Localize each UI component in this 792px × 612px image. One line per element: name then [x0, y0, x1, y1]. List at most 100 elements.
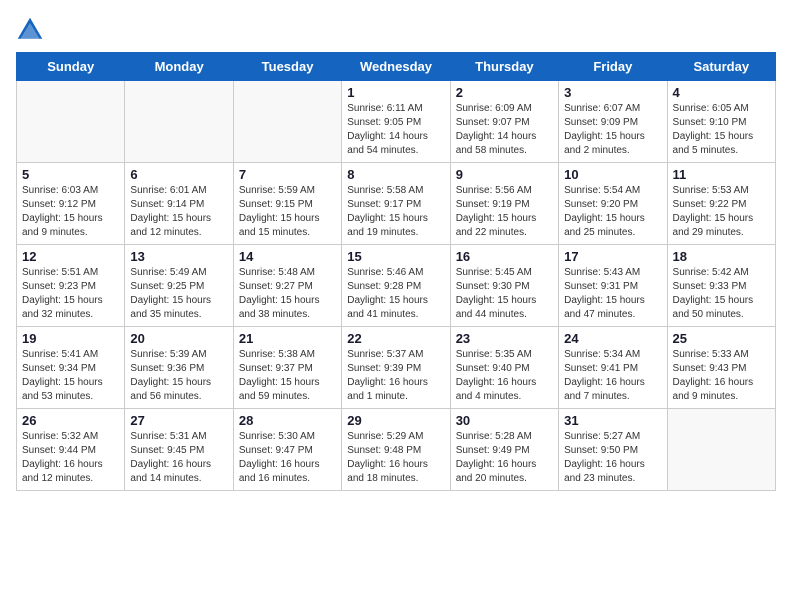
day-number: 5	[22, 167, 119, 182]
calendar-cell: 30Sunrise: 5:28 AM Sunset: 9:49 PM Dayli…	[450, 409, 558, 491]
day-info: Sunrise: 5:30 AM Sunset: 9:47 PM Dayligh…	[239, 430, 336, 486]
day-number: 11	[673, 167, 770, 182]
day-info: Sunrise: 5:29 AM Sunset: 9:48 PM Dayligh…	[347, 430, 444, 486]
calendar-cell: 15 Sunrise: 5:46 AM Sunset: 9:28 PM Dayli…	[342, 245, 450, 327]
day-info: Sunrise: 5:58 AM Sunset: 9:17 PM Dayligh…	[347, 184, 444, 240]
calendar-header-row: SundayMondayTuesdayWednesdayThursdayFrid…	[17, 53, 776, 81]
calendar-cell: 22 Sunrise: 5:37 AM Sunset: 9:39 PM Dayli…	[342, 327, 450, 409]
day-info: Sunrise: 5:34 AM Sunset: 9:41 PM Dayligh…	[564, 348, 661, 404]
day-info: Sunrise: 5:46 AM Sunset: 9:28 PM Dayligh…	[347, 266, 444, 322]
day-info: Sunrise: 5:31 AM Sunset: 9:45 PM Dayligh…	[130, 430, 227, 486]
day-number: 23	[456, 331, 553, 346]
calendar-cell	[233, 81, 341, 163]
calendar-cell: 19Sunrise: 5:41 AM Sunset: 9:34 PM Dayli…	[17, 327, 125, 409]
day-number: 17	[564, 249, 661, 264]
calendar-cell: 5 Sunrise: 6:03 AM Sunset: 9:12 PM Daylig…	[17, 163, 125, 245]
day-info: Sunrise: 5:37 AM Sunset: 9:39 PM Dayligh…	[347, 348, 444, 404]
day-header-thursday: Thursday	[450, 53, 558, 81]
calendar-cell: 17 Sunrise: 5:43 AM Sunset: 9:31 PM Dayli…	[559, 245, 667, 327]
calendar-cell: 8Sunrise: 5:58 AM Sunset: 9:17 PM Daylig…	[342, 163, 450, 245]
day-header-saturday: Saturday	[667, 53, 775, 81]
day-number: 6	[130, 167, 227, 182]
day-number: 20	[130, 331, 227, 346]
calendar-cell: 24 Sunrise: 5:34 AM Sunset: 9:41 PM Dayli…	[559, 327, 667, 409]
calendar-cell: 23 Sunrise: 5:35 AM Sunset: 9:40 PM Dayli…	[450, 327, 558, 409]
calendar-cell: 20 Sunrise: 5:39 AM Sunset: 9:36 PM Dayli…	[125, 327, 233, 409]
day-number: 28	[239, 413, 336, 428]
day-info: Sunrise: 6:09 AM Sunset: 9:07 PM Dayligh…	[456, 102, 553, 158]
calendar-cell: 2 Sunrise: 6:09 AM Sunset: 9:07 PM Daylig…	[450, 81, 558, 163]
day-info: Sunrise: 5:54 AM Sunset: 9:20 PM Dayligh…	[564, 184, 661, 240]
calendar-cell: 11 Sunrise: 5:53 AM Sunset: 9:22 PM Dayli…	[667, 163, 775, 245]
calendar-week-row: 5 Sunrise: 6:03 AM Sunset: 9:12 PM Daylig…	[17, 163, 776, 245]
day-header-monday: Monday	[125, 53, 233, 81]
day-info: Sunrise: 6:03 AM Sunset: 9:12 PM Dayligh…	[22, 184, 119, 240]
calendar-cell: 14 Sunrise: 5:48 AM Sunset: 9:27 PM Dayli…	[233, 245, 341, 327]
day-header-friday: Friday	[559, 53, 667, 81]
day-number: 31	[564, 413, 661, 428]
day-info: Sunrise: 5:39 AM Sunset: 9:36 PM Dayligh…	[130, 348, 227, 404]
calendar-week-row: 1 Sunrise: 6:11 AM Sunset: 9:05 PM Daylig…	[17, 81, 776, 163]
calendar-week-row: 26 Sunrise: 5:32 AM Sunset: 9:44 PM Dayli…	[17, 409, 776, 491]
day-info: Sunrise: 6:07 AM Sunset: 9:09 PM Dayligh…	[564, 102, 661, 158]
day-info: Sunrise: 5:56 AM Sunset: 9:19 PM Dayligh…	[456, 184, 553, 240]
day-info: Sunrise: 5:33 AM Sunset: 9:43 PM Dayligh…	[673, 348, 770, 404]
calendar-cell: 31 Sunrise: 5:27 AM Sunset: 9:50 PM Dayli…	[559, 409, 667, 491]
calendar-cell: 13 Sunrise: 5:49 AM Sunset: 9:25 PM Dayli…	[125, 245, 233, 327]
day-number: 18	[673, 249, 770, 264]
calendar-cell: 12Sunrise: 5:51 AM Sunset: 9:23 PM Dayli…	[17, 245, 125, 327]
day-number: 7	[239, 167, 336, 182]
day-number: 15	[347, 249, 444, 264]
day-number: 4	[673, 85, 770, 100]
logo	[16, 16, 48, 44]
calendar-cell	[17, 81, 125, 163]
calendar-cell: 26 Sunrise: 5:32 AM Sunset: 9:44 PM Dayli…	[17, 409, 125, 491]
calendar-cell	[667, 409, 775, 491]
calendar-cell	[125, 81, 233, 163]
day-number: 9	[456, 167, 553, 182]
calendar-table: SundayMondayTuesdayWednesdayThursdayFrid…	[16, 52, 776, 491]
calendar-cell: 29 Sunrise: 5:29 AM Sunset: 9:48 PM Dayli…	[342, 409, 450, 491]
day-number: 14	[239, 249, 336, 264]
calendar-cell: 27Sunrise: 5:31 AM Sunset: 9:45 PM Dayli…	[125, 409, 233, 491]
day-info: Sunrise: 5:53 AM Sunset: 9:22 PM Dayligh…	[673, 184, 770, 240]
calendar-week-row: 12Sunrise: 5:51 AM Sunset: 9:23 PM Dayli…	[17, 245, 776, 327]
day-number: 22	[347, 331, 444, 346]
day-info: Sunrise: 5:49 AM Sunset: 9:25 PM Dayligh…	[130, 266, 227, 322]
day-number: 29	[347, 413, 444, 428]
day-info: Sunrise: 5:48 AM Sunset: 9:27 PM Dayligh…	[239, 266, 336, 322]
calendar-week-row: 19Sunrise: 5:41 AM Sunset: 9:34 PM Dayli…	[17, 327, 776, 409]
day-info: Sunrise: 5:28 AM Sunset: 9:49 PM Dayligh…	[456, 430, 553, 486]
day-number: 25	[673, 331, 770, 346]
day-info: Sunrise: 5:41 AM Sunset: 9:34 PM Dayligh…	[22, 348, 119, 404]
day-number: 21	[239, 331, 336, 346]
day-number: 13	[130, 249, 227, 264]
day-info: Sunrise: 5:43 AM Sunset: 9:31 PM Dayligh…	[564, 266, 661, 322]
day-info: Sunrise: 5:38 AM Sunset: 9:37 PM Dayligh…	[239, 348, 336, 404]
day-info: Sunrise: 6:01 AM Sunset: 9:14 PM Dayligh…	[130, 184, 227, 240]
calendar-cell: 4 Sunrise: 6:05 AM Sunset: 9:10 PM Daylig…	[667, 81, 775, 163]
day-number: 2	[456, 85, 553, 100]
page-header	[16, 16, 776, 44]
day-info: Sunrise: 6:11 AM Sunset: 9:05 PM Dayligh…	[347, 102, 444, 158]
calendar-cell: 3Sunrise: 6:07 AM Sunset: 9:09 PM Daylig…	[559, 81, 667, 163]
day-info: Sunrise: 6:05 AM Sunset: 9:10 PM Dayligh…	[673, 102, 770, 158]
day-number: 16	[456, 249, 553, 264]
day-info: Sunrise: 5:32 AM Sunset: 9:44 PM Dayligh…	[22, 430, 119, 486]
calendar-cell: 18 Sunrise: 5:42 AM Sunset: 9:33 PM Dayli…	[667, 245, 775, 327]
day-info: Sunrise: 5:42 AM Sunset: 9:33 PM Dayligh…	[673, 266, 770, 322]
day-header-wednesday: Wednesday	[342, 53, 450, 81]
day-number: 24	[564, 331, 661, 346]
day-info: Sunrise: 5:27 AM Sunset: 9:50 PM Dayligh…	[564, 430, 661, 486]
day-header-tuesday: Tuesday	[233, 53, 341, 81]
day-number: 10	[564, 167, 661, 182]
calendar-cell: 1 Sunrise: 6:11 AM Sunset: 9:05 PM Daylig…	[342, 81, 450, 163]
day-info: Sunrise: 5:59 AM Sunset: 9:15 PM Dayligh…	[239, 184, 336, 240]
calendar-cell: 6 Sunrise: 6:01 AM Sunset: 9:14 PM Daylig…	[125, 163, 233, 245]
day-info: Sunrise: 5:35 AM Sunset: 9:40 PM Dayligh…	[456, 348, 553, 404]
calendar-cell: 28 Sunrise: 5:30 AM Sunset: 9:47 PM Dayli…	[233, 409, 341, 491]
day-number: 1	[347, 85, 444, 100]
day-number: 26	[22, 413, 119, 428]
logo-icon	[16, 16, 44, 44]
calendar-cell: 25 Sunrise: 5:33 AM Sunset: 9:43 PM Dayli…	[667, 327, 775, 409]
